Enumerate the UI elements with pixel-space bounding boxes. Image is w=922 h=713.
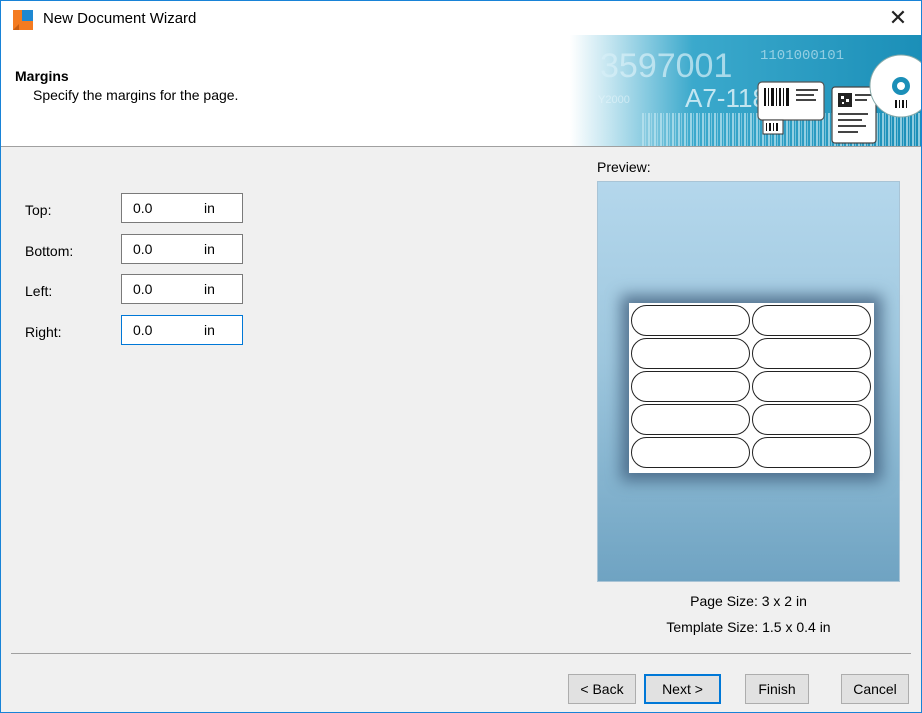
label-template xyxy=(631,404,750,435)
small-label-icon xyxy=(762,119,784,135)
close-icon: ✕ xyxy=(888,5,908,30)
label-template xyxy=(631,305,750,336)
barcode-label-icon xyxy=(757,81,825,121)
template-size-text: Template Size: 1.5 x 0.4 in xyxy=(666,619,831,635)
bottom-margin-value: 0.0 xyxy=(133,241,153,257)
preview-label: Preview: xyxy=(597,159,651,175)
banner-bits: 1101000101 xyxy=(760,48,844,64)
preview-pane xyxy=(597,181,900,582)
next-button[interactable]: Next > xyxy=(644,674,721,704)
page-subtitle: Specify the margins for the page. xyxy=(33,87,239,103)
label-template xyxy=(752,338,871,369)
header-divider xyxy=(1,146,921,147)
window-title: New Document Wizard xyxy=(43,10,197,27)
label-template xyxy=(631,371,750,402)
barcode-banner-image: 3597001 A7-118 Y2000 1101000101 xyxy=(570,35,921,147)
bottom-margin-input[interactable]: 0.0 in xyxy=(121,234,243,264)
close-button[interactable]: ✕ xyxy=(875,1,921,35)
bottom-margin-label: Bottom: xyxy=(25,243,74,259)
label-template xyxy=(631,437,750,468)
right-margin-unit: in xyxy=(204,322,215,338)
qr-label-icon xyxy=(831,86,877,144)
label-template xyxy=(631,338,750,369)
title-bar: New Document Wizard ✕ xyxy=(1,1,921,35)
finish-button[interactable]: Finish xyxy=(745,674,809,704)
left-margin-unit: in xyxy=(204,281,215,297)
right-margin-input[interactable]: 0.0 in xyxy=(121,315,243,345)
label-sheet-preview xyxy=(629,303,874,473)
app-logo-icon xyxy=(13,10,33,30)
top-margin-value: 0.0 xyxy=(133,200,153,216)
label-template xyxy=(752,437,871,468)
right-margin-label: Right: xyxy=(25,324,62,340)
label-template xyxy=(752,404,871,435)
back-button[interactable]: < Back xyxy=(568,674,636,704)
banner-year: Y2000 xyxy=(598,94,630,106)
bottom-margin-unit: in xyxy=(204,241,215,257)
top-margin-label: Top: xyxy=(25,202,52,218)
top-margin-unit: in xyxy=(204,200,215,216)
page-size-text: Page Size: 3 x 2 in xyxy=(690,593,807,609)
right-margin-value: 0.0 xyxy=(133,322,153,338)
label-template xyxy=(752,305,871,336)
wizard-header: Margins Specify the margins for the page… xyxy=(1,35,921,147)
left-margin-input[interactable]: 0.0 in xyxy=(121,274,243,304)
footer-divider xyxy=(11,653,911,654)
banner-digits: 3597001 xyxy=(600,47,732,85)
left-margin-value: 0.0 xyxy=(133,281,153,297)
left-margin-label: Left: xyxy=(25,283,53,299)
page-title: Margins xyxy=(15,68,69,84)
wizard-window: New Document Wizard ✕ Margins Specify th… xyxy=(0,0,922,713)
top-margin-input[interactable]: 0.0 in xyxy=(121,193,243,223)
cancel-button[interactable]: Cancel xyxy=(841,674,909,704)
label-template xyxy=(752,371,871,402)
banner-code: A7-118 xyxy=(685,83,767,113)
